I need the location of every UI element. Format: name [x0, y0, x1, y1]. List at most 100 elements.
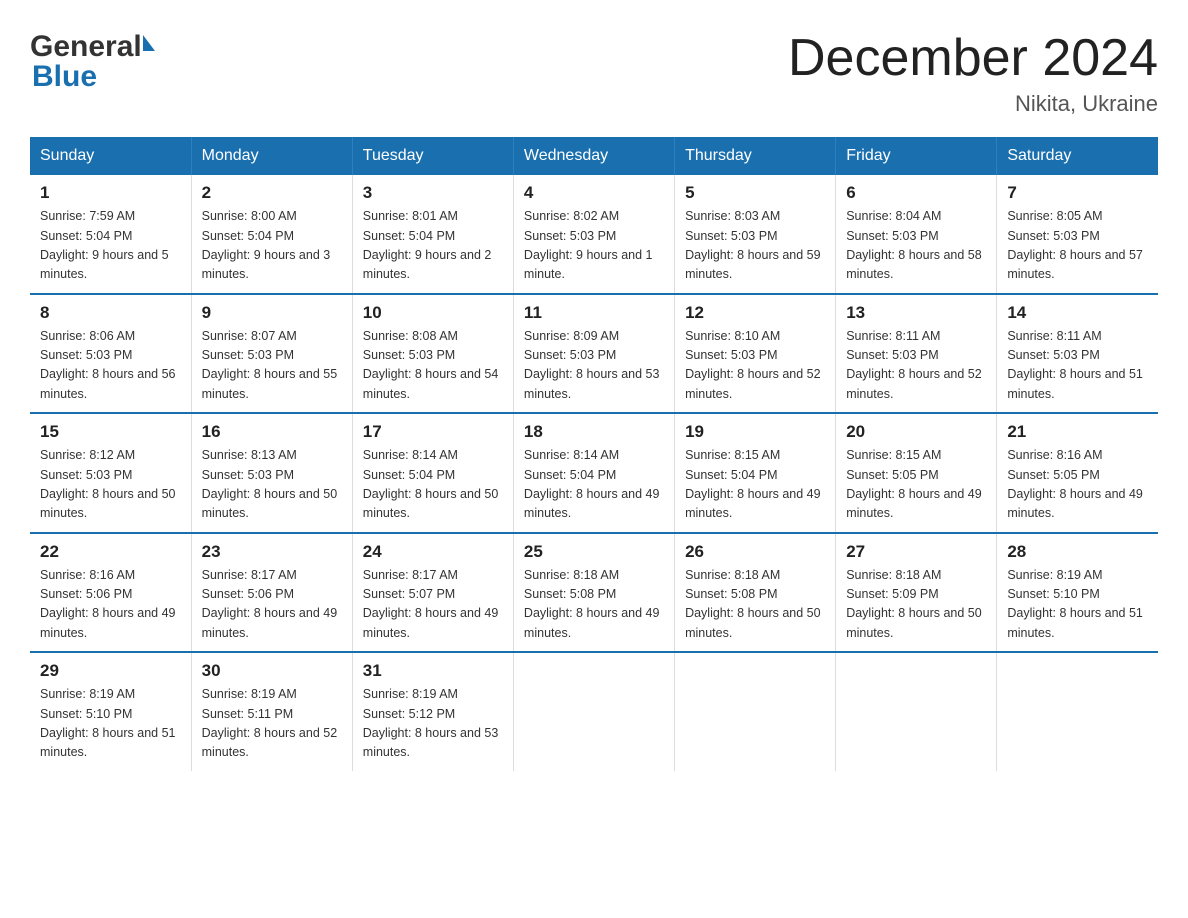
- calendar-week-row: 15 Sunrise: 8:12 AM Sunset: 5:03 PM Dayl…: [30, 413, 1158, 533]
- calendar-cell: 6 Sunrise: 8:04 AM Sunset: 5:03 PM Dayli…: [836, 175, 997, 294]
- day-info: Sunrise: 8:11 AM Sunset: 5:03 PM Dayligh…: [846, 327, 986, 405]
- calendar-cell: 2 Sunrise: 8:00 AM Sunset: 5:04 PM Dayli…: [191, 175, 352, 294]
- day-info: Sunrise: 8:18 AM Sunset: 5:09 PM Dayligh…: [846, 566, 986, 644]
- day-number: 18: [524, 422, 664, 442]
- calendar-week-row: 22 Sunrise: 8:16 AM Sunset: 5:06 PM Dayl…: [30, 533, 1158, 653]
- calendar-cell: 31 Sunrise: 8:19 AM Sunset: 5:12 PM Dayl…: [352, 652, 513, 771]
- calendar-cell: 26 Sunrise: 8:18 AM Sunset: 5:08 PM Dayl…: [675, 533, 836, 653]
- day-info: Sunrise: 8:12 AM Sunset: 5:03 PM Dayligh…: [40, 446, 181, 524]
- day-info: Sunrise: 8:11 AM Sunset: 5:03 PM Dayligh…: [1007, 327, 1148, 405]
- day-number: 9: [202, 303, 342, 323]
- day-info: Sunrise: 8:16 AM Sunset: 5:06 PM Dayligh…: [40, 566, 181, 644]
- calendar-cell: 25 Sunrise: 8:18 AM Sunset: 5:08 PM Dayl…: [513, 533, 674, 653]
- weekday-header-row: Sunday Monday Tuesday Wednesday Thursday…: [30, 137, 1158, 175]
- day-number: 16: [202, 422, 342, 442]
- day-info: Sunrise: 8:17 AM Sunset: 5:07 PM Dayligh…: [363, 566, 503, 644]
- day-number: 28: [1007, 542, 1148, 562]
- day-info: Sunrise: 8:02 AM Sunset: 5:03 PM Dayligh…: [524, 207, 664, 285]
- day-info: Sunrise: 8:19 AM Sunset: 5:11 PM Dayligh…: [202, 685, 342, 763]
- day-info: Sunrise: 8:15 AM Sunset: 5:04 PM Dayligh…: [685, 446, 825, 524]
- day-number: 31: [363, 661, 503, 681]
- day-info: Sunrise: 8:10 AM Sunset: 5:03 PM Dayligh…: [685, 327, 825, 405]
- logo-arrow-icon: [143, 35, 155, 51]
- calendar-cell: 21 Sunrise: 8:16 AM Sunset: 5:05 PM Dayl…: [997, 413, 1158, 533]
- header-sunday: Sunday: [30, 137, 191, 175]
- calendar-cell: 9 Sunrise: 8:07 AM Sunset: 5:03 PM Dayli…: [191, 294, 352, 414]
- day-number: 23: [202, 542, 342, 562]
- day-info: Sunrise: 8:16 AM Sunset: 5:05 PM Dayligh…: [1007, 446, 1148, 524]
- day-info: Sunrise: 8:13 AM Sunset: 5:03 PM Dayligh…: [202, 446, 342, 524]
- header-friday: Friday: [836, 137, 997, 175]
- day-info: Sunrise: 7:59 AM Sunset: 5:04 PM Dayligh…: [40, 207, 181, 285]
- day-number: 15: [40, 422, 181, 442]
- day-number: 19: [685, 422, 825, 442]
- day-number: 14: [1007, 303, 1148, 323]
- calendar-cell: 17 Sunrise: 8:14 AM Sunset: 5:04 PM Dayl…: [352, 413, 513, 533]
- day-info: Sunrise: 8:18 AM Sunset: 5:08 PM Dayligh…: [685, 566, 825, 644]
- calendar-cell: 16 Sunrise: 8:13 AM Sunset: 5:03 PM Dayl…: [191, 413, 352, 533]
- calendar-cell: 15 Sunrise: 8:12 AM Sunset: 5:03 PM Dayl…: [30, 413, 191, 533]
- header-saturday: Saturday: [997, 137, 1158, 175]
- day-number: 29: [40, 661, 181, 681]
- day-number: 3: [363, 183, 503, 203]
- calendar-cell: 29 Sunrise: 8:19 AM Sunset: 5:10 PM Dayl…: [30, 652, 191, 771]
- day-number: 12: [685, 303, 825, 323]
- day-info: Sunrise: 8:04 AM Sunset: 5:03 PM Dayligh…: [846, 207, 986, 285]
- day-number: 22: [40, 542, 181, 562]
- day-number: 17: [363, 422, 503, 442]
- location-text: Nikita, Ukraine: [788, 91, 1158, 117]
- header-tuesday: Tuesday: [352, 137, 513, 175]
- calendar-cell: 8 Sunrise: 8:06 AM Sunset: 5:03 PM Dayli…: [30, 294, 191, 414]
- day-info: Sunrise: 8:03 AM Sunset: 5:03 PM Dayligh…: [685, 207, 825, 285]
- day-number: 30: [202, 661, 342, 681]
- month-title: December 2024: [788, 30, 1158, 87]
- calendar-cell: 22 Sunrise: 8:16 AM Sunset: 5:06 PM Dayl…: [30, 533, 191, 653]
- calendar-cell: 7 Sunrise: 8:05 AM Sunset: 5:03 PM Dayli…: [997, 175, 1158, 294]
- day-number: 2: [202, 183, 342, 203]
- day-number: 27: [846, 542, 986, 562]
- title-block: December 2024 Nikita, Ukraine: [788, 30, 1158, 117]
- day-number: 25: [524, 542, 664, 562]
- logo: General Blue: [30, 30, 155, 94]
- day-number: 6: [846, 183, 986, 203]
- calendar-cell: 19 Sunrise: 8:15 AM Sunset: 5:04 PM Dayl…: [675, 413, 836, 533]
- calendar-cell: 20 Sunrise: 8:15 AM Sunset: 5:05 PM Dayl…: [836, 413, 997, 533]
- calendar-cell: 27 Sunrise: 8:18 AM Sunset: 5:09 PM Dayl…: [836, 533, 997, 653]
- calendar-cell: [675, 652, 836, 771]
- calendar-week-row: 8 Sunrise: 8:06 AM Sunset: 5:03 PM Dayli…: [30, 294, 1158, 414]
- calendar-cell: 12 Sunrise: 8:10 AM Sunset: 5:03 PM Dayl…: [675, 294, 836, 414]
- day-info: Sunrise: 8:18 AM Sunset: 5:08 PM Dayligh…: [524, 566, 664, 644]
- header-thursday: Thursday: [675, 137, 836, 175]
- calendar-table: Sunday Monday Tuesday Wednesday Thursday…: [30, 137, 1158, 771]
- day-number: 21: [1007, 422, 1148, 442]
- day-number: 4: [524, 183, 664, 203]
- day-number: 5: [685, 183, 825, 203]
- day-number: 11: [524, 303, 664, 323]
- calendar-cell: 10 Sunrise: 8:08 AM Sunset: 5:03 PM Dayl…: [352, 294, 513, 414]
- day-info: Sunrise: 8:19 AM Sunset: 5:10 PM Dayligh…: [1007, 566, 1148, 644]
- calendar-cell: 1 Sunrise: 7:59 AM Sunset: 5:04 PM Dayli…: [30, 175, 191, 294]
- day-info: Sunrise: 8:06 AM Sunset: 5:03 PM Dayligh…: [40, 327, 181, 405]
- calendar-cell: 3 Sunrise: 8:01 AM Sunset: 5:04 PM Dayli…: [352, 175, 513, 294]
- day-number: 7: [1007, 183, 1148, 203]
- day-info: Sunrise: 8:15 AM Sunset: 5:05 PM Dayligh…: [846, 446, 986, 524]
- calendar-cell: [836, 652, 997, 771]
- day-info: Sunrise: 8:00 AM Sunset: 5:04 PM Dayligh…: [202, 207, 342, 285]
- calendar-week-row: 1 Sunrise: 7:59 AM Sunset: 5:04 PM Dayli…: [30, 175, 1158, 294]
- calendar-cell: 30 Sunrise: 8:19 AM Sunset: 5:11 PM Dayl…: [191, 652, 352, 771]
- header-wednesday: Wednesday: [513, 137, 674, 175]
- day-info: Sunrise: 8:14 AM Sunset: 5:04 PM Dayligh…: [363, 446, 503, 524]
- day-number: 24: [363, 542, 503, 562]
- day-number: 13: [846, 303, 986, 323]
- calendar-week-row: 29 Sunrise: 8:19 AM Sunset: 5:10 PM Dayl…: [30, 652, 1158, 771]
- header-monday: Monday: [191, 137, 352, 175]
- page-header: General Blue December 2024 Nikita, Ukrai…: [30, 30, 1158, 117]
- calendar-cell: 18 Sunrise: 8:14 AM Sunset: 5:04 PM Dayl…: [513, 413, 674, 533]
- day-number: 10: [363, 303, 503, 323]
- day-info: Sunrise: 8:19 AM Sunset: 5:10 PM Dayligh…: [40, 685, 181, 763]
- day-info: Sunrise: 8:17 AM Sunset: 5:06 PM Dayligh…: [202, 566, 342, 644]
- calendar-cell: 11 Sunrise: 8:09 AM Sunset: 5:03 PM Dayl…: [513, 294, 674, 414]
- calendar-cell: 4 Sunrise: 8:02 AM Sunset: 5:03 PM Dayli…: [513, 175, 674, 294]
- calendar-cell: 23 Sunrise: 8:17 AM Sunset: 5:06 PM Dayl…: [191, 533, 352, 653]
- day-info: Sunrise: 8:05 AM Sunset: 5:03 PM Dayligh…: [1007, 207, 1148, 285]
